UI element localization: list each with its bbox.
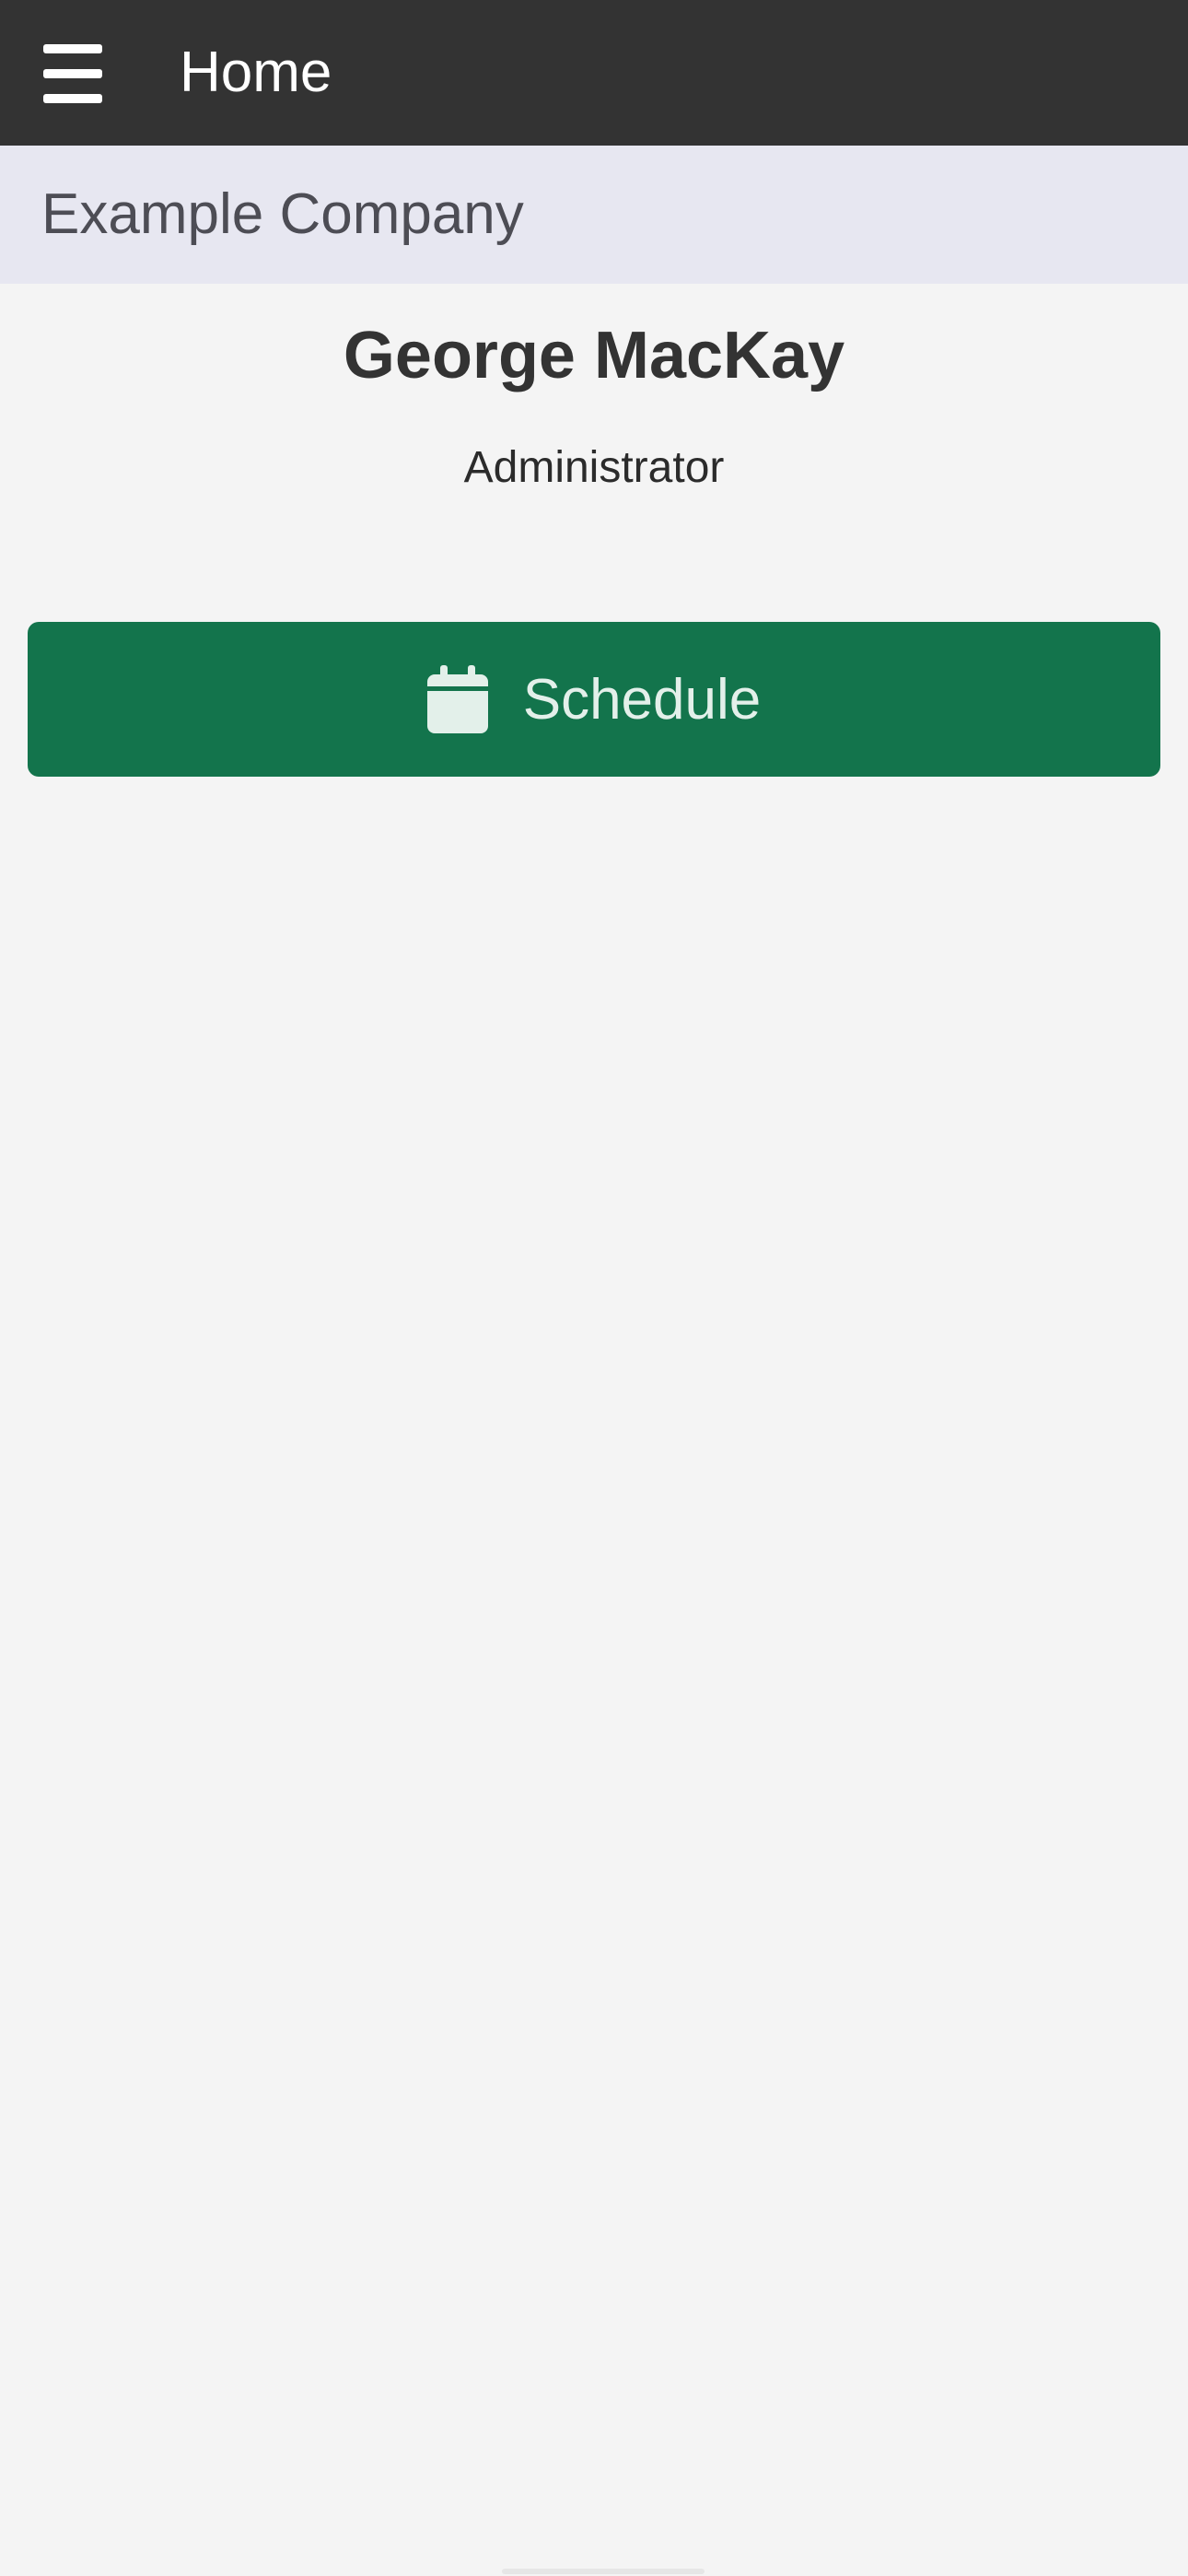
page-title: Home bbox=[180, 41, 332, 104]
hamburger-menu-icon[interactable] bbox=[28, 28, 120, 120]
top-app-bar: Home bbox=[0, 0, 1188, 146]
calendar-icon bbox=[426, 665, 488, 733]
user-role: Administrator bbox=[463, 443, 725, 492]
company-name: Example Company bbox=[41, 182, 524, 246]
company-banner: Example Company bbox=[0, 146, 1188, 284]
schedule-button-label: Schedule bbox=[522, 667, 762, 732]
home-indicator bbox=[502, 2569, 705, 2574]
schedule-button[interactable]: Schedule bbox=[28, 622, 1160, 777]
user-name: George MacKay bbox=[343, 319, 845, 392]
